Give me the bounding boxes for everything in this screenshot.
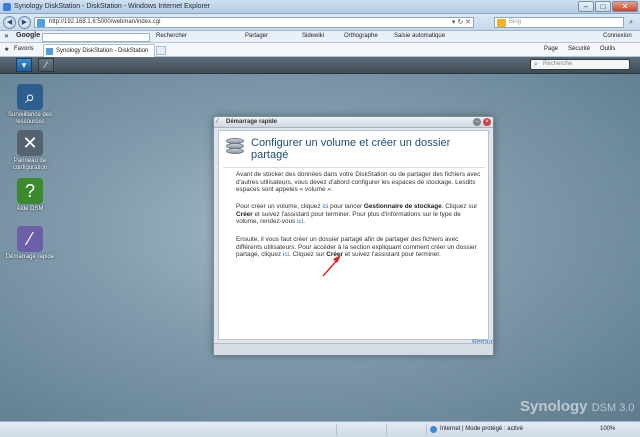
security-zone[interactable]: Internet | Mode protégé : activé: [440, 426, 523, 432]
status-cell: [336, 424, 337, 436]
internet-zone-icon: [430, 426, 437, 433]
status-bar: Internet | Mode protégé : activé 100%: [0, 421, 640, 437]
zoom-level[interactable]: 100%: [600, 426, 615, 432]
status-cell: [426, 424, 427, 436]
annotation-arrow: [322, 255, 341, 277]
status-cell: [386, 424, 387, 436]
